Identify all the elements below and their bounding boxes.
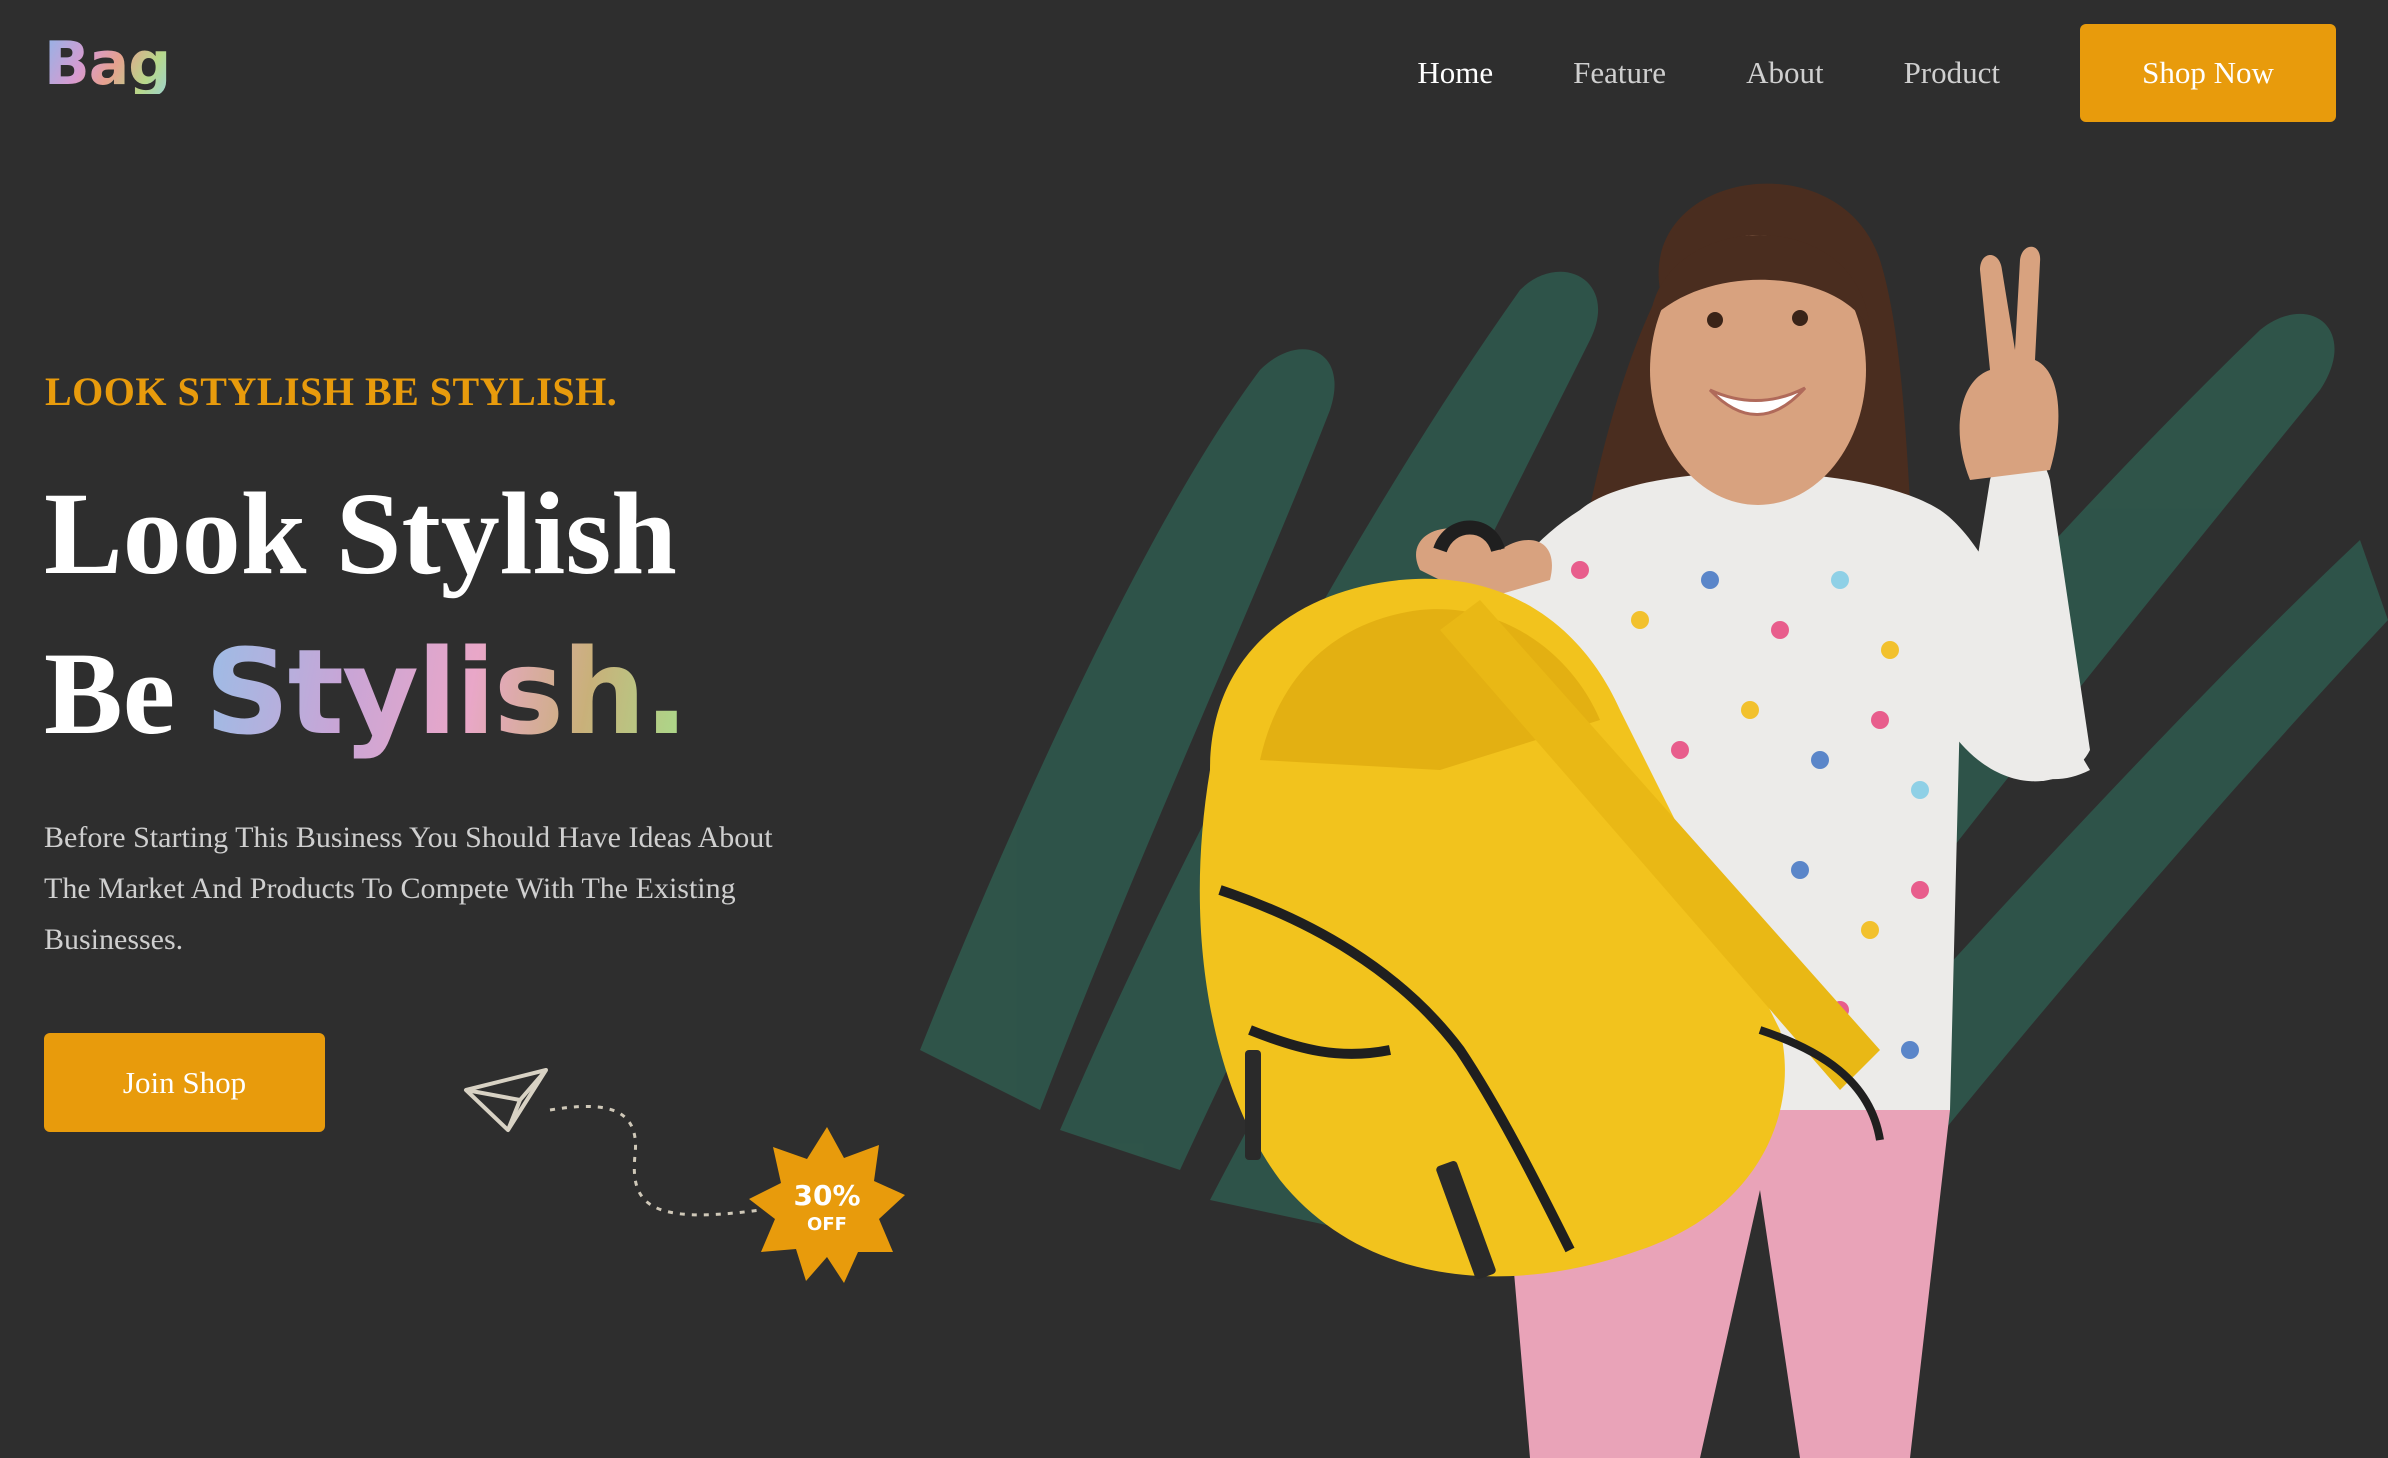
hero-illustration (920, 183, 2388, 1458)
nav-product[interactable]: Product (1904, 55, 2000, 91)
hero-headline: Look Stylish Be Stylish. (44, 455, 689, 773)
paper-plane-icon (464, 1068, 548, 1132)
shop-now-button[interactable]: Shop Now (2080, 24, 2336, 122)
headline-line1: Look Stylish (44, 468, 677, 599)
nav-feature[interactable]: Feature (1573, 55, 1666, 91)
dashed-flight-path (549, 1104, 761, 1217)
discount-percent: 30% (793, 1179, 860, 1212)
hero-description: Before Starting This Business You Should… (44, 821, 773, 956)
join-shop-button[interactable]: Join Shop (44, 1033, 325, 1132)
nav-home[interactable]: Home (1417, 55, 1493, 91)
brand-logo[interactable]: Bag (44, 34, 171, 94)
hero-eyebrow: LOOK STYLISH BE STYLISH. (45, 369, 618, 414)
nav-about[interactable]: About (1746, 55, 1824, 91)
main-nav: Home Feature About Product Shop Now (1417, 24, 2336, 122)
promo-decoration: 30% OFF (464, 1068, 905, 1283)
headline-line2-prefix: Be (44, 628, 176, 759)
discount-off-label: OFF (807, 1214, 847, 1235)
headline-gradient-word: Stylish. (204, 623, 689, 761)
